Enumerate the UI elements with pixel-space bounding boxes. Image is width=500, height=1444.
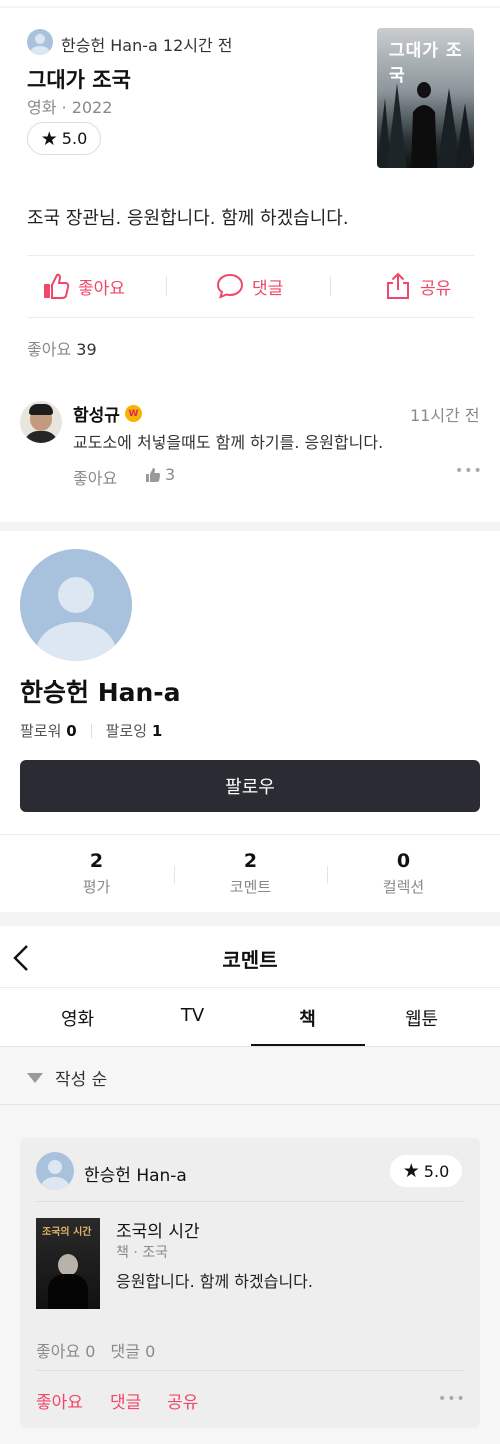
profile-avatar[interactable] [20, 549, 132, 661]
post-meta: 영화 · 2022 [27, 98, 113, 117]
post-author-avatar[interactable] [27, 29, 53, 55]
badge-letter: W [128, 408, 139, 419]
followers-count: 0 [66, 722, 77, 740]
stat-value: 2 [243, 850, 258, 872]
card-comments-count: 0 [145, 1342, 156, 1361]
post-actions-bottom-divider [27, 317, 474, 318]
reply-author-name: 함성규 [73, 406, 120, 426]
card-rating-chip: ★ 5.0 [390, 1155, 462, 1187]
following-count: 1 [151, 722, 163, 740]
stat-label: 코멘트 [229, 878, 272, 896]
post-actions-top-divider [27, 255, 474, 256]
reply-author-line[interactable]: 함성규 W [73, 401, 142, 426]
reply-like-count-value: 3 [165, 465, 176, 484]
post-comment-label: 댓글 [252, 278, 284, 299]
card-book-cover[interactable]: 조국의 시간 [36, 1218, 100, 1309]
post-rating-chip: ★ 5.0 [27, 122, 101, 155]
stats-top-divider [0, 834, 500, 835]
top-divider [0, 6, 500, 8]
tab-book[interactable]: 책 [251, 1005, 364, 1031]
post-comment-button[interactable]: 댓글 [216, 272, 283, 300]
caret-down-icon [27, 1072, 43, 1083]
post-likes-label: 좋아요 [27, 340, 72, 359]
section-divider [0, 522, 500, 531]
action-separator [166, 276, 167, 296]
stat-value: 2 [89, 850, 104, 872]
card-comments-label: 댓글 [110, 1342, 140, 1361]
star-icon: ★ [40, 127, 58, 150]
reply-text: 교도소에 처넣을때도 함께 하기를. 응원합니다. [73, 433, 384, 452]
card-comment-button[interactable]: 댓글 [110, 1388, 141, 1413]
post-likes-count: 39 [76, 340, 97, 359]
section-divider [0, 912, 500, 926]
card-author-avatar[interactable] [36, 1152, 74, 1190]
following-link[interactable]: 팔로잉 1 [106, 720, 163, 741]
stat-collections[interactable]: 0 컬렉션 [327, 850, 480, 897]
reply-author-avatar[interactable] [20, 401, 62, 443]
card-rating-value: 5.0 [423, 1161, 450, 1181]
follow-button[interactable]: 팔로우 [20, 760, 480, 812]
tab-movie[interactable]: 영화 [21, 1005, 134, 1031]
tab-tv[interactable]: TV [136, 1005, 249, 1026]
tab-webtoon[interactable]: 웹툰 [365, 1005, 478, 1031]
sort-dropdown[interactable]: 작성 순 [27, 1065, 107, 1090]
card-book-meta: 책 · 조국 [116, 1245, 168, 1261]
thumbs-up-icon [146, 467, 161, 482]
post-poster-image[interactable]: 그대가 조국 [377, 28, 474, 168]
profile-name: 한승헌 Han-a [20, 678, 181, 707]
sort-divider [0, 1104, 500, 1105]
post-like-button[interactable]: 좋아요 [42, 272, 125, 300]
speech-bubble-icon [216, 273, 244, 299]
reply-more-icon[interactable]: ••• [455, 463, 483, 479]
card-likes-count: 0 [85, 1342, 96, 1361]
stat-value: 0 [396, 850, 411, 872]
thumbs-up-icon [44, 273, 70, 299]
card-more-icon[interactable]: ••• [438, 1391, 466, 1407]
cover-title-text: 조국의 시간 [42, 1227, 92, 1238]
reply-like-button[interactable]: 좋아요 [73, 465, 117, 489]
post-body: 조국 장관님. 응원합니다. 함께 하겠습니다. [27, 208, 349, 229]
card-counts: 좋아요 0 댓글 0 [36, 1338, 155, 1362]
reply-like-count[interactable]: 3 [145, 465, 175, 484]
count-separator [90, 723, 92, 738]
card-text: 응원합니다. 함께 하겠습니다. [116, 1272, 313, 1291]
post-share-label: 공유 [420, 278, 452, 299]
share-icon [387, 272, 409, 299]
followers-link[interactable]: 팔로워 0 [20, 720, 77, 741]
card-book-title[interactable]: 조국의 시간 [116, 1217, 200, 1242]
stat-label: 평가 [82, 878, 111, 896]
poster-title-text: 그대가 조국 [389, 41, 463, 86]
post-likes-summary[interactable]: 좋아요 39 [27, 336, 97, 360]
action-separator [330, 276, 331, 296]
card-actions-divider [36, 1370, 464, 1371]
comments-page-title: 코멘트 [222, 948, 278, 972]
followers-label: 팔로워 [20, 722, 62, 740]
profile-follow-counts: 팔로워 0 팔로잉 1 [20, 720, 162, 741]
card-likes-label: 좋아요 [36, 1342, 81, 1361]
stat-label: 컬렉션 [382, 878, 425, 896]
header-divider [0, 987, 500, 988]
post-author-name[interactable]: 한승헌 Han-a [61, 36, 158, 55]
stat-ratings[interactable]: 2 평가 [20, 850, 173, 897]
card-like-button[interactable]: 좋아요 [36, 1388, 83, 1413]
stat-comments[interactable]: 2 코멘트 [174, 850, 327, 897]
following-label: 팔로잉 [105, 722, 148, 740]
card-author-name[interactable]: 한승헌 Han-a [84, 1161, 187, 1186]
reply-time: 11시간 전 [410, 406, 480, 425]
sort-label: 작성 순 [55, 1070, 108, 1090]
card-header-divider [36, 1201, 464, 1202]
star-icon: ★ [402, 1160, 420, 1182]
post-rating-value: 5.0 [61, 129, 88, 148]
post-title[interactable]: 그대가 조국 [27, 64, 131, 94]
post-like-label: 좋아요 [78, 278, 125, 299]
post-share-button[interactable]: 공유 [384, 272, 451, 300]
post-author-line: 한승헌 Han-a 12시간 전 [61, 32, 233, 56]
watcha-badge-icon: W [124, 405, 142, 422]
card-share-button[interactable]: 공유 [167, 1388, 198, 1413]
post-time: 12시간 전 [162, 36, 233, 55]
